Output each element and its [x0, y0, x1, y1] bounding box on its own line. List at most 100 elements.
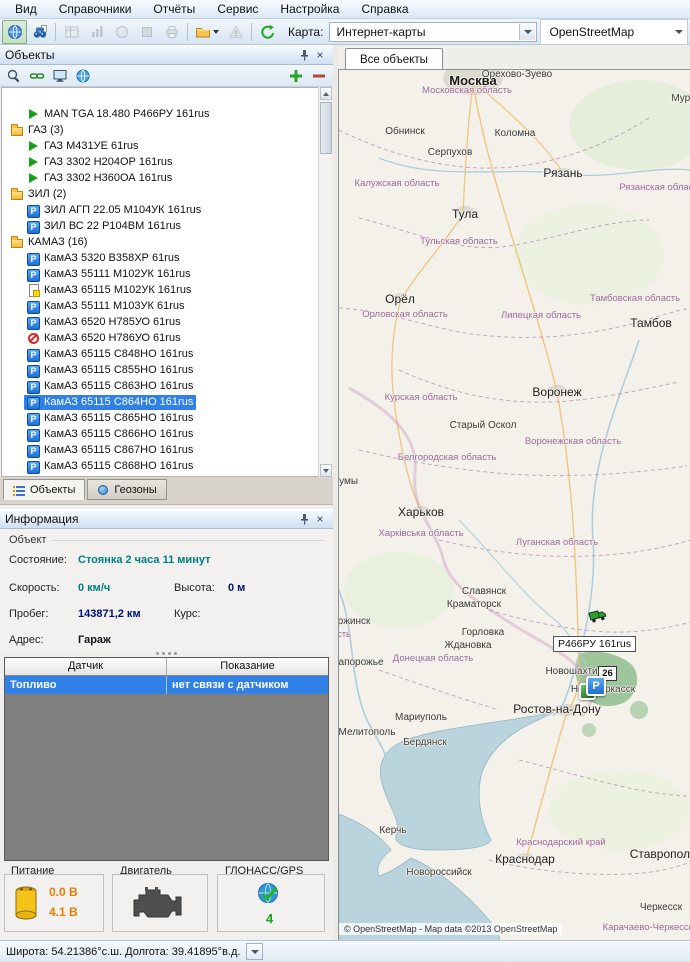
tree-item[interactable]: ГАЗ 3302 Н360ОА 161rus	[2, 170, 331, 186]
group-divider	[52, 540, 325, 541]
map-label: Коломна	[495, 128, 536, 139]
tree-item[interactable]: КамАЗ 65115 С864НО 161rus	[2, 394, 331, 410]
chain-link-icon	[29, 68, 45, 84]
menu-item[interactable]: Сервис	[206, 1, 269, 17]
tab-icon	[97, 484, 109, 496]
find-object-button[interactable]	[4, 66, 24, 85]
address-label: Адрес:	[9, 634, 44, 646]
circle-icon	[114, 24, 130, 40]
show-objects-on-map-button[interactable]	[2, 20, 27, 44]
panel-tab[interactable]: Объекты	[3, 479, 85, 500]
menu-bar: ВидСправочникиОтчётыСервисНастройкаСправ…	[0, 0, 690, 19]
close-panel-button[interactable]: ×	[312, 512, 328, 527]
add-object-button[interactable]	[286, 66, 306, 85]
map-tab-all-objects[interactable]: Все объекты	[345, 48, 443, 70]
link-object-button[interactable]	[27, 66, 47, 85]
toolbar-separator	[251, 23, 252, 41]
refresh-button[interactable]	[255, 20, 280, 44]
table-view-button[interactable]	[59, 20, 84, 44]
tree-item[interactable]: КамАЗ 65115 С863НО 161rus	[2, 378, 331, 394]
map-provider-combobox[interactable]: OpenStreetMap	[540, 19, 688, 45]
vehicle-status-icon	[27, 332, 40, 345]
column-header-reading[interactable]: Показание	[167, 658, 328, 675]
find-on-map-button[interactable]	[27, 20, 52, 44]
print-button[interactable]	[159, 20, 184, 44]
delete-object-button[interactable]	[309, 66, 329, 85]
tree-item[interactable]: ЗИЛ (2)	[2, 186, 331, 202]
tree-item[interactable]: КамАЗ 65115 М102УК 161rus	[2, 282, 331, 298]
map-label: Керчь	[379, 825, 406, 836]
map-label: Ставрополь	[630, 847, 690, 861]
parked-vehicle-marker[interactable]: P	[579, 676, 605, 702]
tree-item[interactable]: ЗИЛ АГП 22.05 М104УК 161rus	[2, 202, 331, 218]
map-label: Сумы	[338, 476, 358, 487]
map-viewport[interactable]: МоскваОрехово-ЗуевоМосковская областьМур…	[338, 69, 690, 940]
menu-item[interactable]: Справочники	[48, 1, 143, 17]
scroll-down-button[interactable]	[320, 464, 332, 477]
combobox-arrow-button[interactable]	[519, 24, 535, 40]
tree-item[interactable]: КамАЗ 65115 С855НО 161rus	[2, 362, 331, 378]
map-type-combobox[interactable]: Интернет-карты	[329, 22, 537, 42]
alerts-button[interactable]	[223, 20, 248, 44]
vehicle-marker-label[interactable]: Р466РУ 161rus	[553, 636, 636, 652]
scrollbar-thumb[interactable]	[320, 102, 332, 154]
pin-icon[interactable]	[296, 512, 312, 527]
vehicle-status-icon	[27, 428, 40, 441]
tree-item-label-area: ГАЗ 3302 Н360ОА 161rus	[24, 171, 175, 186]
tree-item[interactable]: КамАЗ 6520 Н785УО 61rus	[2, 314, 331, 330]
vehicle-status-icon	[27, 396, 40, 409]
tree-item[interactable]: КамАЗ 6520 Н786УО 61rus	[2, 330, 331, 346]
tree-item[interactable]: КамАЗ 65115 С865НО 161rus	[2, 410, 331, 426]
map-label: Тульская область	[420, 236, 498, 247]
show-all-on-map-button[interactable]	[73, 66, 93, 85]
bar-chart-icon	[89, 24, 105, 40]
tree-item-label-area: ГАЗ (3)	[8, 123, 67, 138]
power-groupbox: 0.0 В 4.1 В	[4, 874, 104, 932]
menu-item[interactable]: Отчёты	[142, 1, 206, 17]
tree-item[interactable]: КамАЗ 55111 М103УК 61rus	[2, 298, 331, 314]
sensors-table: Датчик Показание Топливо нет связи с дат…	[4, 657, 329, 861]
tree-item[interactable]: MAN TGA 18.480 Р466РУ 161rus	[2, 106, 331, 122]
screenshot-button[interactable]	[50, 66, 70, 85]
tree-item[interactable]: КамАЗ 65115 С848НО 161rus	[2, 346, 331, 362]
tree-item[interactable]: КАМАЗ (16)	[2, 234, 331, 250]
tree-item[interactable]: ГАЗ 3302 Н204ОР 161rus	[2, 154, 331, 170]
object-group-label: Объект	[9, 534, 46, 546]
coordinates-dropdown-button[interactable]	[246, 943, 263, 960]
scroll-up-button[interactable]	[320, 87, 332, 100]
splitter-handle[interactable]	[0, 650, 333, 656]
sensors-table-header: Датчик Показание	[5, 658, 328, 676]
tree-item-label-area: КамАЗ 6520 Н786УО 61rus	[24, 331, 184, 346]
chart-button[interactable]	[84, 20, 109, 44]
tree-item[interactable]: КамАЗ 5320 В358ХР 61rus	[2, 250, 331, 266]
menu-item[interactable]: Справка	[350, 1, 419, 17]
tree-item-label-area: ЗИЛ (2)	[8, 187, 69, 202]
map-label: Мариуполь	[395, 712, 447, 723]
menu-item[interactable]: Вид	[4, 1, 48, 17]
map-label: Новороссийск	[406, 867, 471, 878]
map-folder-button[interactable]	[191, 20, 223, 44]
application-window: ВидСправочникиОтчётыСервисНастройкаСправ…	[0, 0, 690, 962]
sensor-row[interactable]: Топливо нет связи с датчиком	[5, 676, 328, 694]
tree-item-label-area: MAN TGA 18.480 Р466РУ 161rus	[24, 107, 213, 122]
tree-item[interactable]: ГАЗ (3)	[2, 122, 331, 138]
column-header-sensor[interactable]: Датчик	[5, 658, 167, 675]
tree-item[interactable]: КамАЗ 65115 С866НО 161rus	[2, 426, 331, 442]
altitude-value: 0 м	[228, 582, 245, 594]
panel-tab[interactable]: Геозоны	[87, 479, 166, 500]
track-button[interactable]	[109, 20, 134, 44]
tree-item[interactable]: ГАЗ М431УЕ 61rus	[2, 138, 331, 154]
stop-button[interactable]	[134, 20, 159, 44]
close-panel-button[interactable]: ×	[312, 48, 328, 63]
tree-item[interactable]: КамАЗ 65115 С867НО 161rus	[2, 442, 331, 458]
left-sidebar: Объекты ×	[0, 45, 333, 940]
tree-item[interactable]: КамАЗ 55111 М102УК 161rus	[2, 266, 331, 282]
pin-icon[interactable]	[296, 48, 312, 63]
dropdown-caret-icon	[213, 30, 219, 34]
map-provider-value: OpenStreetMap	[549, 25, 634, 39]
tree-scrollbar[interactable]	[318, 87, 332, 477]
tree-item[interactable]: ЗИЛ ВС 22 Р104ВМ 161rus	[2, 218, 331, 234]
menu-item[interactable]: Настройка	[269, 1, 350, 17]
tree-item[interactable]: КамАЗ 65115 С868НО 161rus	[2, 458, 331, 474]
map-label: Воронежская область	[525, 436, 621, 447]
